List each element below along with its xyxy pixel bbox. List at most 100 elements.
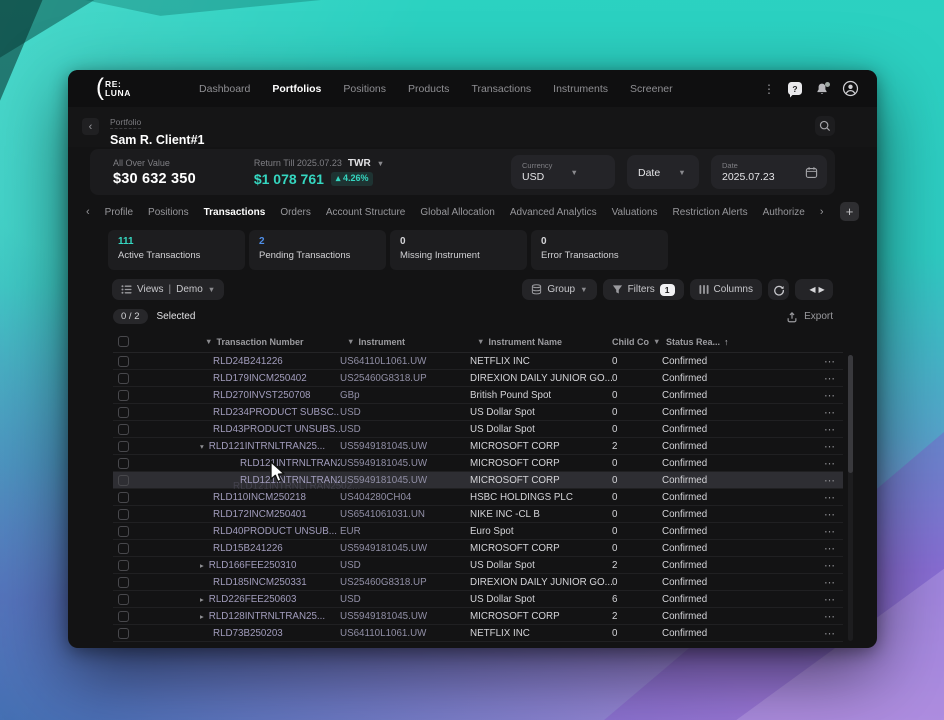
date-picker[interactable]: Date 2025.07.23 — [711, 155, 827, 189]
group-button[interactable]: Group ▼ — [522, 279, 596, 300]
row-checkbox[interactable] — [118, 475, 129, 486]
row-menu-button[interactable]: ⋯ — [817, 423, 843, 436]
row-menu-button[interactable]: ⋯ — [817, 542, 843, 555]
row-menu-button[interactable]: ⋯ — [817, 576, 843, 589]
row-menu-button[interactable]: ⋯ — [817, 440, 843, 453]
row-menu-button[interactable]: ⋯ — [817, 627, 843, 640]
sort-caret-icon[interactable]: ▼ — [205, 337, 212, 346]
row-checkbox[interactable] — [118, 628, 129, 639]
table-row[interactable]: RLD121INTRNLTRAN250...US5949181045.UWMIC… — [113, 455, 843, 472]
row-checkbox[interactable] — [118, 543, 129, 554]
notifications-bell-icon[interactable] — [815, 82, 829, 96]
column-header-child-co[interactable]: Child Co▼ — [612, 337, 662, 347]
collapse-row-icon[interactable]: ▾ — [200, 442, 204, 451]
tab-positions[interactable]: Positions — [148, 207, 189, 218]
sort-direction-icon[interactable]: ↑ — [724, 337, 729, 347]
nav-item-dashboard[interactable]: Dashboard — [199, 83, 250, 95]
table-row[interactable]: RLD270INVST250708GBpBritish Pound Spot0C… — [113, 387, 843, 404]
help-icon[interactable]: ? — [788, 82, 802, 95]
table-row[interactable]: RLD73B250203US64110L1061.UWNETFLIX INC0C… — [113, 625, 843, 642]
table-row[interactable]: RLD172INCM250401US6541061031.UNNIKE INC … — [113, 506, 843, 523]
return-mode[interactable]: TWR — [348, 158, 371, 169]
table-row[interactable]: RLD24B241226US64110L1061.UWNETFLIX INC0C… — [113, 353, 843, 370]
table-row[interactable]: ▸RLD128INTRNLTRAN25...US5949181045.UWMIC… — [113, 608, 843, 625]
nav-item-screener[interactable]: Screener — [630, 83, 673, 95]
column-header-status-rea-[interactable]: Status Rea...↑ — [662, 337, 802, 347]
table-row[interactable]: ▾RLD121INTRNLTRAN25...US5949181045.UWMIC… — [113, 438, 843, 455]
table-row[interactable]: RLD40PRODUCT UNSUB...EUREuro Spot0Confir… — [113, 523, 843, 540]
tab-valuations[interactable]: Valuations — [612, 207, 658, 218]
row-checkbox[interactable] — [118, 611, 129, 622]
summary-card[interactable]: 2Pending Transactions — [249, 230, 386, 270]
row-checkbox[interactable] — [118, 424, 129, 435]
tab-orders[interactable]: Orders — [280, 207, 311, 218]
nav-item-instruments[interactable]: Instruments — [553, 83, 608, 95]
export-button[interactable]: Export — [786, 311, 833, 323]
add-tab-button[interactable]: + — [840, 202, 859, 221]
filters-button[interactable]: Filters 1 — [603, 279, 684, 300]
nav-item-positions[interactable]: Positions — [343, 83, 386, 95]
table-row[interactable]: RLD185INCM250331US25460G8318.UPDIREXION … — [113, 574, 843, 591]
table-row[interactable]: RLD234PRODUCT SUBSC...USDUS Dollar Spot0… — [113, 404, 843, 421]
pager-buttons[interactable]: ◀▶ — [795, 279, 833, 300]
table-row[interactable]: ▸RLD226FEE250603USDUS Dollar Spot6Confir… — [113, 591, 843, 608]
tabs-scroll-left-icon[interactable]: ‹ — [86, 206, 90, 218]
row-checkbox[interactable] — [118, 407, 129, 418]
table-row[interactable]: RLD121INTRNLTRAN250...US5949181045.UWMIC… — [113, 472, 843, 489]
row-menu-button[interactable]: ⋯ — [817, 474, 843, 487]
row-menu-button[interactable]: ⋯ — [817, 593, 843, 606]
row-checkbox[interactable] — [118, 594, 129, 605]
search-button[interactable] — [815, 116, 835, 136]
chevron-down-icon[interactable]: ▼ — [377, 159, 384, 168]
row-menu-button[interactable]: ⋯ — [817, 508, 843, 521]
user-avatar[interactable] — [842, 80, 859, 97]
table-row[interactable]: RLD179INCM250402US25460G8318.UPDIREXION … — [113, 370, 843, 387]
vertical-scrollbar[interactable] — [848, 355, 853, 641]
expand-row-icon[interactable]: ▸ — [200, 561, 204, 570]
tab-restriction-alerts[interactable]: Restriction Alerts — [673, 207, 748, 218]
app-logo[interactable]: ( RE: LUNA — [96, 75, 131, 103]
tab-transactions[interactable]: Transactions — [204, 207, 266, 218]
row-menu-button[interactable]: ⋯ — [817, 525, 843, 538]
row-checkbox[interactable] — [118, 577, 129, 588]
row-checkbox[interactable] — [118, 492, 129, 503]
column-header-instrument[interactable]: ▼Instrument — [340, 337, 470, 347]
refresh-button[interactable] — [768, 279, 789, 300]
select-all-checkbox[interactable] — [118, 336, 129, 347]
nav-item-transactions[interactable]: Transactions — [471, 83, 531, 95]
row-checkbox[interactable] — [118, 390, 129, 401]
column-header-transaction-number[interactable]: ▼Transaction Number — [155, 337, 340, 347]
more-options-icon[interactable]: ⋮ — [763, 82, 775, 96]
row-menu-button[interactable]: ⋯ — [817, 610, 843, 623]
row-checkbox[interactable] — [118, 441, 129, 452]
column-header-instrument-name[interactable]: ▼Instrument Name — [470, 337, 612, 347]
row-checkbox[interactable] — [118, 373, 129, 384]
row-menu-button[interactable]: ⋯ — [817, 406, 843, 419]
tab-account-structure[interactable]: Account Structure — [326, 207, 405, 218]
currency-select[interactable]: Currency USD ▼ — [511, 155, 615, 189]
summary-card[interactable]: 111Active Transactions — [108, 230, 245, 270]
tab-authorize[interactable]: Authorize — [763, 207, 805, 218]
tab-global-allocation[interactable]: Global Allocation — [420, 207, 495, 218]
row-checkbox[interactable] — [118, 356, 129, 367]
row-checkbox[interactable] — [118, 458, 129, 469]
table-row[interactable]: RLD110INCM250218US404280CH04HSBC HOLDING… — [113, 489, 843, 506]
tab-advanced-analytics[interactable]: Advanced Analytics — [510, 207, 597, 218]
views-select[interactable]: Views | Demo ▼ — [112, 279, 224, 300]
row-menu-button[interactable]: ⋯ — [817, 355, 843, 368]
row-menu-button[interactable]: ⋯ — [817, 389, 843, 402]
row-menu-button[interactable]: ⋯ — [817, 457, 843, 470]
back-button[interactable]: ‹ — [82, 118, 99, 135]
expand-row-icon[interactable]: ▸ — [200, 612, 204, 621]
summary-card[interactable]: 0Missing Instrument — [390, 230, 527, 270]
row-checkbox[interactable] — [118, 509, 129, 520]
date-filter-select[interactable]: Date ▼ — [627, 155, 699, 189]
summary-card[interactable]: 0Error Transactions — [531, 230, 668, 270]
columns-button[interactable]: Columns — [690, 279, 762, 300]
expand-row-icon[interactable]: ▸ — [200, 595, 204, 604]
tabs-scroll-right-icon[interactable]: › — [820, 206, 824, 218]
row-checkbox[interactable] — [118, 526, 129, 537]
scrollbar-thumb[interactable] — [848, 355, 853, 473]
row-menu-button[interactable]: ⋯ — [817, 491, 843, 504]
row-menu-button[interactable]: ⋯ — [817, 372, 843, 385]
